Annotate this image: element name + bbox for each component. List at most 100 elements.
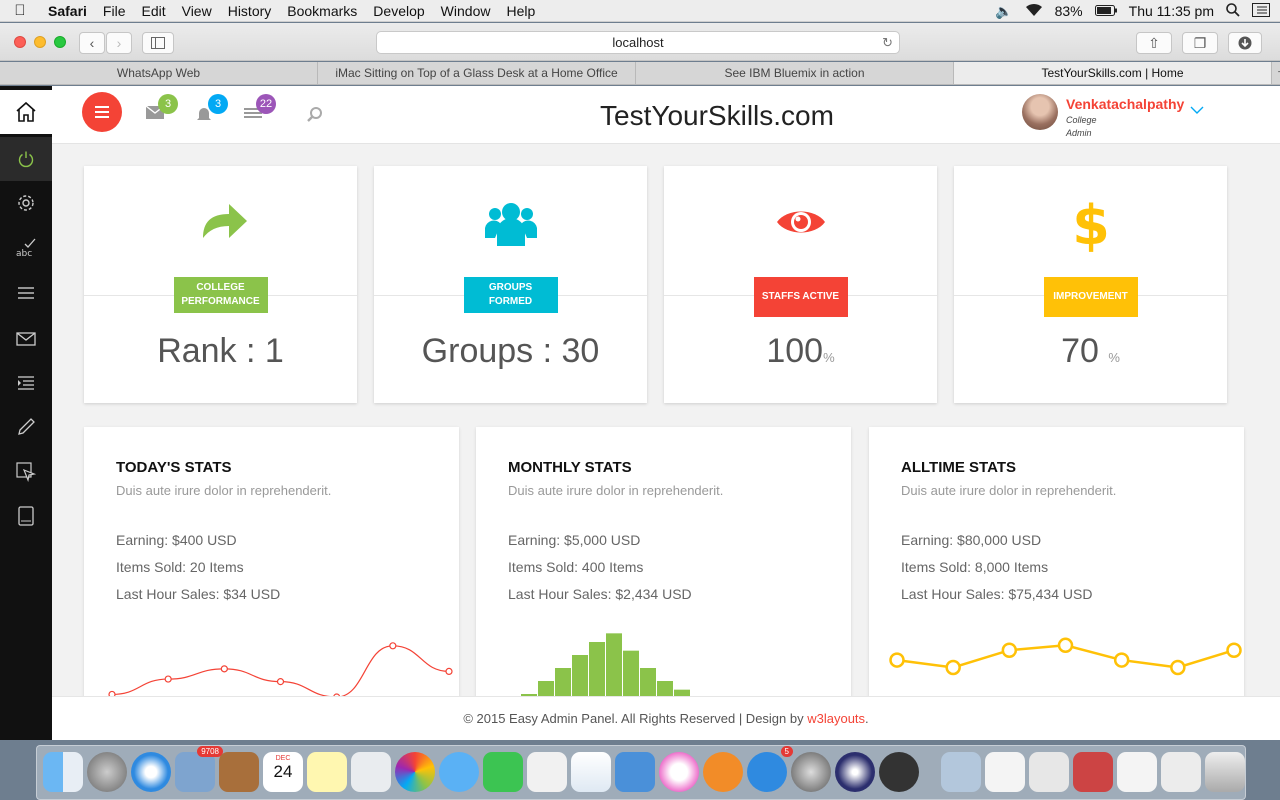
launchpad-icon[interactable] <box>87 752 127 792</box>
menu-edit[interactable]: Edit <box>133 3 173 19</box>
facetime-icon[interactable] <box>483 752 523 792</box>
new-tab-button[interactable]: + <box>1272 62 1280 84</box>
stats-last-hour: Last Hour Sales: $2,434 USD <box>508 586 692 602</box>
monthly-bar-chart <box>504 633 724 707</box>
forward-button[interactable]: › <box>106 32 132 54</box>
wifi-icon[interactable] <box>1025 3 1043 20</box>
zoom-window-button[interactable] <box>54 36 66 48</box>
sidebar-item-mail[interactable] <box>0 317 52 361</box>
search-button[interactable] <box>306 106 328 126</box>
itunes-icon[interactable] <box>659 752 699 792</box>
footer-suffix: . <box>865 711 869 726</box>
home-icon <box>16 101 36 122</box>
menu-help[interactable]: Help <box>498 3 543 19</box>
tasks-button[interactable]: 22 <box>244 94 276 126</box>
battery-icon[interactable] <box>1094 3 1117 19</box>
svg-text:$: $ <box>1072 194 1110 252</box>
reload-icon[interactable]: ↻ <box>882 32 893 53</box>
mail-app-icon[interactable]: 9708 <box>175 746 223 792</box>
safari-icon[interactable] <box>131 752 171 792</box>
finder-icon[interactable] <box>43 752 83 792</box>
card-value-text: Rank : 1 <box>157 332 284 370</box>
tab-testyourskills[interactable]: TestYourSkills.com | Home <box>954 62 1272 84</box>
menu-history[interactable]: History <box>220 3 280 19</box>
messages-app-icon[interactable] <box>439 752 479 792</box>
hamburger-menu-button[interactable] <box>82 92 122 132</box>
tab-bar: WhatsApp Web iMac Sitting on Top of a Gl… <box>0 62 1280 85</box>
user-profile-dropdown[interactable]: Venkatachalpathy College Admin <box>1022 94 1222 138</box>
contacts-icon[interactable] <box>219 752 259 792</box>
calendar-icon[interactable]: DEC 24 <box>263 752 303 792</box>
sidebar-toggle-icon[interactable] <box>142 32 174 54</box>
volume-icon[interactable]: 🔈 <box>995 3 1012 20</box>
numbers-icon[interactable] <box>571 752 611 792</box>
notifications-button[interactable]: 3 <box>196 94 228 126</box>
stats-earning: Earning: $80,000 USD <box>901 532 1042 548</box>
sidebar-item-settings[interactable] <box>0 181 52 225</box>
spellcheck-icon: abc <box>16 238 36 259</box>
mamp-icon[interactable] <box>879 752 919 792</box>
notes-icon[interactable] <box>307 752 347 792</box>
sidebar-item-spellcheck[interactable]: abc <box>0 226 52 270</box>
tabs-overview-icon[interactable]: ❐ <box>1182 32 1218 54</box>
stats-panel-alltime: ALLTIME STATS Duis aute irure dolor in r… <box>869 427 1244 707</box>
user-title: Admin <box>1066 128 1092 138</box>
tab-ibm-bluemix[interactable]: See IBM Bluemix in action <box>636 62 954 84</box>
stats-earning: Earning: $400 USD <box>116 532 237 548</box>
back-button[interactable]: ‹ <box>79 32 105 54</box>
system-preferences-icon[interactable] <box>791 752 831 792</box>
document-thumbnail-icon[interactable] <box>1161 752 1201 792</box>
sidebar-item-menu[interactable] <box>0 271 52 315</box>
share-icon[interactable]: ⇧ <box>1136 32 1172 54</box>
sidebar-item-tablet[interactable] <box>0 494 52 538</box>
minimize-window-button[interactable] <box>34 36 46 48</box>
downloads-icon[interactable] <box>1228 32 1262 54</box>
close-window-button[interactable] <box>14 36 26 48</box>
tablet-icon <box>18 506 34 526</box>
preview-icon[interactable] <box>351 752 391 792</box>
documents-folder-icon[interactable] <box>941 752 981 792</box>
textedit-icon[interactable] <box>527 752 567 792</box>
sidebar-item-select[interactable] <box>0 450 52 494</box>
menu-window[interactable]: Window <box>433 3 499 19</box>
ibooks-icon[interactable] <box>703 752 743 792</box>
menu-develop[interactable]: Develop <box>365 3 432 19</box>
footer-link[interactable]: w3layouts <box>807 711 865 726</box>
sidebar-item-edit[interactable] <box>0 405 52 449</box>
user-org: College <box>1066 115 1097 125</box>
document-thumbnail-icon[interactable] <box>1073 752 1113 792</box>
menu-app-name[interactable]: Safari <box>40 3 95 19</box>
menu-view[interactable]: View <box>174 3 220 19</box>
notification-center-icon[interactable] <box>1252 2 1270 20</box>
photos-icon[interactable] <box>395 752 435 792</box>
messages-button[interactable]: 3 <box>145 94 178 126</box>
battery-percent[interactable]: 83% <box>1055 3 1083 19</box>
address-bar[interactable]: localhost ↻ <box>376 31 900 54</box>
gear-icon <box>18 195 34 211</box>
document-thumbnail-icon[interactable] <box>1029 752 1069 792</box>
stats-items-sold: Items Sold: 400 Items <box>508 559 644 575</box>
stats-title: MONTHLY STATS <box>508 459 632 476</box>
tab-imac[interactable]: iMac Sitting on Top of a Glass Desk at a… <box>318 62 636 84</box>
trash-icon[interactable] <box>1205 752 1245 792</box>
clock[interactable]: Thu 11:35 pm <box>1129 3 1214 19</box>
sidebar-item-list[interactable] <box>0 361 52 405</box>
eclipse-icon[interactable] <box>835 752 875 792</box>
card-value-text: 70 <box>1061 332 1099 370</box>
data-point <box>276 678 285 686</box>
document-thumbnail-icon[interactable] <box>1117 752 1157 792</box>
tab-whatsapp[interactable]: WhatsApp Web <box>0 62 318 84</box>
dock: 9708 DEC 24 5 <box>36 745 1246 800</box>
avatar <box>1022 94 1058 130</box>
spotlight-icon[interactable] <box>1226 2 1240 20</box>
apple-icon[interactable]:  <box>0 2 40 19</box>
keynote-icon[interactable] <box>615 752 655 792</box>
document-thumbnail-icon[interactable] <box>985 752 1025 792</box>
sidebar-item-home[interactable] <box>0 90 52 134</box>
menu-bookmarks[interactable]: Bookmarks <box>279 3 365 19</box>
menu-file[interactable]: File <box>95 3 134 19</box>
sidebar-item-power[interactable] <box>0 137 52 181</box>
svg-text:abc: abc <box>16 249 32 259</box>
data-point <box>889 652 905 668</box>
app-store-icon[interactable]: 5 <box>747 746 793 792</box>
